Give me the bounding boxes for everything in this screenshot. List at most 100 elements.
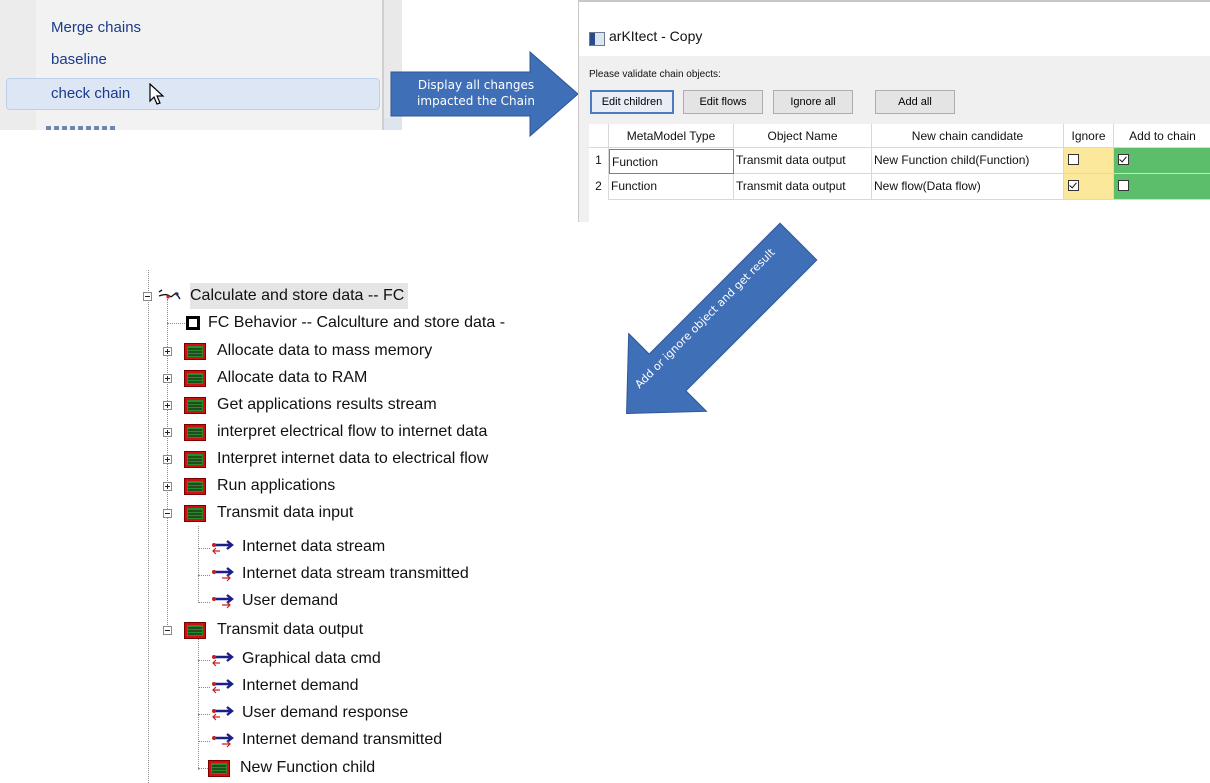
ignore-checkbox[interactable]	[1068, 154, 1079, 165]
function-icon	[184, 343, 206, 360]
function-icon	[208, 760, 230, 777]
tree-node-function[interactable]: Allocate data to mass memory	[217, 338, 432, 364]
tree-node-function[interactable]: Run applications	[217, 473, 335, 499]
down-left-arrow-shape	[626, 222, 818, 414]
expand-toggle[interactable]	[163, 482, 172, 491]
tree-node-flow[interactable]: User demand response	[242, 700, 408, 726]
expand-toggle[interactable]	[163, 455, 172, 464]
tree-node-function[interactable]: Allocate data to RAM	[217, 365, 367, 391]
table-corner	[589, 124, 609, 148]
tree-connector	[198, 660, 210, 661]
menu-item-baseline[interactable]: baseline	[0, 45, 380, 75]
column-header[interactable]: New chain candidate	[872, 124, 1064, 148]
collapse-toggle[interactable]	[163, 509, 172, 518]
expand-toggle[interactable]	[163, 401, 172, 410]
menu-item-cut	[46, 124, 126, 130]
function-icon	[184, 451, 206, 468]
tree-node-function[interactable]: Get applications results stream	[217, 392, 437, 418]
expand-toggle[interactable]	[163, 428, 172, 437]
menu-item-label: Merge chains	[51, 19, 142, 36]
context-menu: Merge chains baseline check chain	[0, 0, 402, 130]
flow-in-icon	[212, 679, 234, 694]
validate-chain-dialog: arKItect - Copy Please validate chain ob…	[578, 0, 1210, 222]
tree-node-flow[interactable]: Internet demand transmitted	[242, 727, 442, 753]
tree-node-root[interactable]: Calculate and store data -- FC	[190, 283, 409, 309]
tree-connector	[198, 575, 210, 576]
row-number: 2	[589, 174, 609, 200]
behavior-icon	[186, 316, 200, 330]
flow-out-icon	[212, 567, 234, 582]
function-tree: Calculate and store data -- FC FC Behavi…	[140, 270, 610, 783]
expand-toggle[interactable]	[163, 347, 172, 356]
flow-in-icon	[212, 652, 234, 667]
add-all-button[interactable]: Add all	[875, 90, 955, 114]
flow-out-icon	[212, 733, 234, 748]
function-icon	[184, 478, 206, 495]
tree-guide-line	[198, 526, 199, 601]
menu-item-label: check chain	[51, 85, 131, 102]
tree-node-flow[interactable]: User demand	[242, 588, 338, 614]
tree-node-flow[interactable]: Graphical data cmd	[242, 646, 381, 672]
column-header[interactable]: Object Name	[734, 124, 872, 148]
tree-connector	[198, 602, 210, 603]
tree-connector	[198, 768, 208, 769]
dialog-prompt: Please validate chain objects:	[589, 69, 721, 80]
app-window-icon	[589, 32, 605, 46]
function-icon	[184, 397, 206, 414]
table-cell-type[interactable]: Function	[609, 149, 734, 174]
tree-node-new-function-child[interactable]: New Function child	[240, 755, 375, 781]
tree-connector	[198, 548, 210, 549]
dialog-body: Please validate chain objects: Edit chil…	[579, 56, 1210, 222]
ignore-checkbox[interactable]	[1068, 180, 1079, 191]
tree-connector	[198, 741, 210, 742]
table-cell-candidate[interactable]: New flow(Data flow)	[872, 174, 1064, 200]
collapse-toggle[interactable]	[143, 292, 152, 301]
tree-node-function[interactable]: interpret electrical flow to internet da…	[217, 419, 487, 445]
menu-item-label: baseline	[51, 51, 107, 68]
tree-node-flow[interactable]: Internet data stream transmitted	[242, 561, 469, 587]
ignore-cell	[1064, 148, 1114, 174]
table-cell-candidate[interactable]: New Function child(Function)	[872, 148, 1064, 174]
tree-node-transmit-output[interactable]: Transmit data output	[217, 617, 363, 643]
ignore-all-button[interactable]: Ignore all	[773, 90, 853, 114]
tree-connector	[167, 323, 185, 324]
column-header[interactable]: Ignore	[1064, 124, 1114, 148]
mouse-pointer-icon	[149, 83, 165, 105]
column-header[interactable]: Add to chain	[1114, 124, 1210, 148]
collapse-toggle[interactable]	[163, 626, 172, 635]
tree-node-flow[interactable]: Internet data stream	[242, 534, 385, 560]
function-icon	[184, 370, 206, 387]
arrow-label-display-changes: Display all changes impacted the Chain	[417, 78, 535, 108]
function-icon	[184, 505, 206, 522]
table-cell-name[interactable]: Transmit data output	[734, 148, 872, 174]
column-header[interactable]: MetaModel Type	[609, 124, 734, 148]
edit-flows-button[interactable]: Edit flows	[683, 90, 763, 114]
add-to-chain-cell	[1114, 148, 1210, 174]
tree-node-behavior[interactable]: FC Behavior -- Calculture and store data…	[208, 310, 505, 336]
table-cell-name[interactable]: Transmit data output	[734, 174, 872, 200]
menu-item-check-chain[interactable]: check chain	[6, 78, 380, 110]
tree-node-flow[interactable]: Internet demand	[242, 673, 359, 699]
flow-in-icon	[212, 706, 234, 721]
tree-guide-line	[198, 634, 199, 770]
tree-connector	[198, 687, 210, 688]
row-number: 1	[589, 148, 609, 174]
tree-guide-line	[148, 270, 149, 783]
flow-out-icon	[212, 594, 234, 609]
tree-node-transmit-input[interactable]: Transmit data input	[217, 500, 353, 526]
chain-icon	[158, 289, 181, 300]
expand-toggle[interactable]	[163, 374, 172, 383]
menu-item-merge-chains[interactable]: Merge chains	[0, 13, 380, 43]
dialog-title: arKItect - Copy	[609, 28, 703, 44]
tree-connector	[198, 714, 210, 715]
tree-node-function[interactable]: Interpret internet data to electrical fl…	[217, 446, 488, 472]
function-icon	[184, 424, 206, 441]
flow-in-icon	[212, 540, 234, 555]
chain-objects-table: MetaModel Type Object Name New chain can…	[589, 124, 1210, 222]
table-cell-type[interactable]: Function	[609, 174, 734, 200]
add-to-chain-checkbox[interactable]	[1118, 154, 1129, 165]
add-to-chain-checkbox[interactable]	[1118, 180, 1129, 191]
edit-children-button[interactable]: Edit children	[590, 90, 674, 114]
add-to-chain-cell	[1114, 174, 1210, 200]
function-icon	[184, 622, 206, 639]
